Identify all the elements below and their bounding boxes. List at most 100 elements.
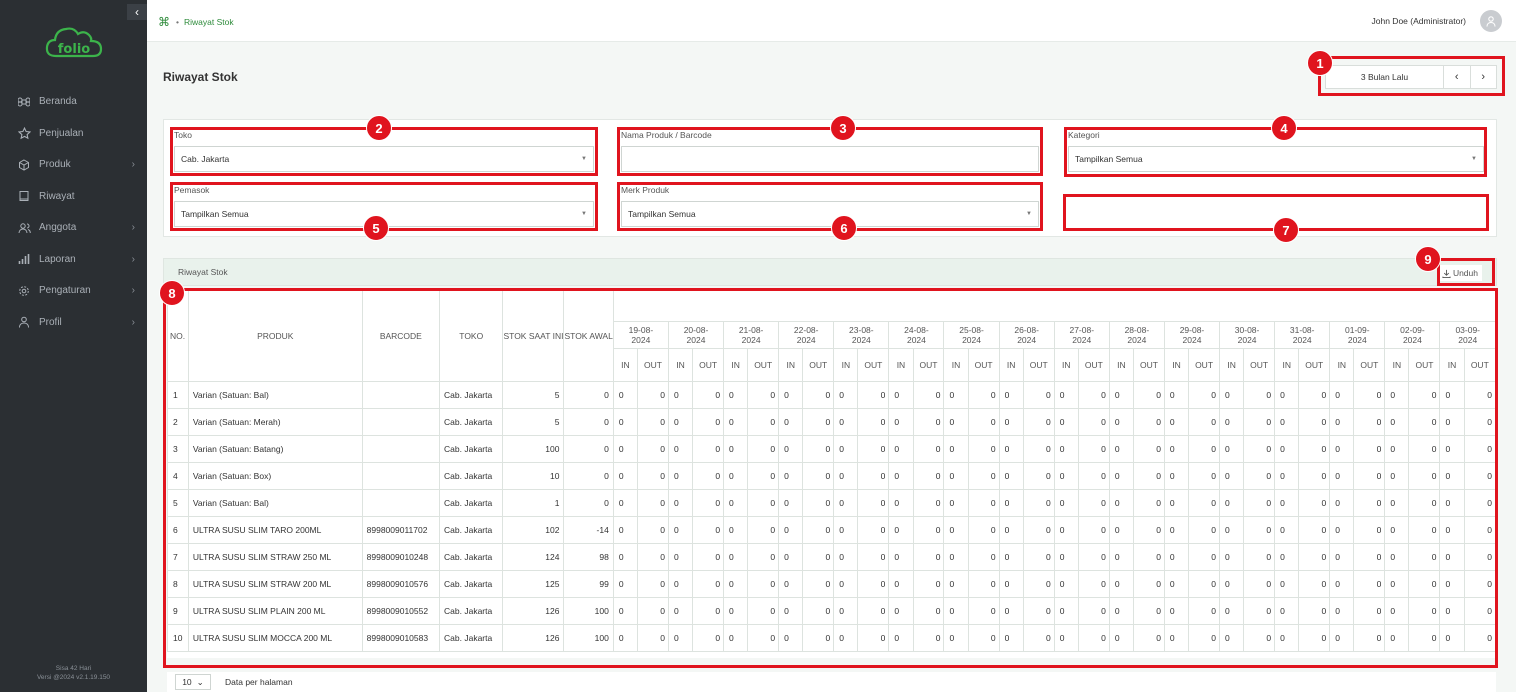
sidebar-item-laporan[interactable]: Laporan › bbox=[0, 244, 147, 276]
cell-in: 0 bbox=[723, 435, 749, 463]
period-dropdown[interactable]: 3 Bulan Lalu bbox=[1326, 66, 1444, 88]
column-header-date: 03-09-2024 bbox=[1439, 321, 1496, 349]
cell-out: 0 bbox=[1188, 435, 1221, 463]
sidebar-item-penjualan[interactable]: Penjualan bbox=[0, 118, 147, 150]
sidebar-item-beranda[interactable]: Beranda bbox=[0, 86, 147, 118]
cell-out: 0 bbox=[1463, 516, 1496, 544]
stock-history-table-wrap[interactable]: NO. PRODUK BARCODE TOKO STOK SAAT INI STOK AW… bbox=[167, 290, 1496, 658]
cell-produk: Varian (Satuan: Merah) bbox=[187, 408, 363, 436]
cell-in: 0 bbox=[723, 597, 749, 625]
cell-in: 0 bbox=[1219, 624, 1245, 652]
cell-out: 0 bbox=[1243, 489, 1276, 517]
table-row[interactable]: 1 Varian (Satuan: Bal) Cab. Jakarta 5 0 0 0 0 0 0… bbox=[167, 381, 1496, 409]
cell-no: 10 bbox=[167, 624, 189, 652]
cell-in: 0 bbox=[888, 408, 914, 436]
cell-in: 0 bbox=[833, 516, 859, 544]
cell-out: 0 bbox=[857, 489, 890, 517]
cell-stok-awal: -14 bbox=[563, 516, 614, 544]
cell-out: 0 bbox=[857, 543, 890, 571]
cell-in: 0 bbox=[1439, 381, 1465, 409]
column-header-date: 21-08-2024 bbox=[723, 321, 780, 349]
cell-out: 0 bbox=[1188, 597, 1221, 625]
cell-in: 0 bbox=[1274, 489, 1300, 517]
cell-in: 0 bbox=[1163, 435, 1190, 463]
cell-out: 0 bbox=[802, 462, 835, 490]
cell-out: 0 bbox=[967, 624, 1000, 652]
cell-out: 0 bbox=[1188, 570, 1221, 598]
cell-out: 0 bbox=[636, 408, 669, 436]
column-header-in: IN bbox=[888, 348, 914, 382]
cell-in: 0 bbox=[1384, 489, 1410, 517]
cell-in: 0 bbox=[998, 408, 1024, 436]
table-row[interactable]: 6 ULTRA SUSU SLIM TARO 200ML 8998009011702… bbox=[167, 516, 1496, 544]
column-header-in: IN bbox=[998, 348, 1024, 382]
toko-select[interactable]: Cab. Jakarta ▼ bbox=[174, 146, 594, 172]
cell-stok-awal: 0 bbox=[563, 408, 614, 436]
cell-stok-saat-ini: 5 bbox=[502, 381, 565, 409]
kategori-select[interactable]: Tampilkan Semua ▼ bbox=[1068, 146, 1484, 172]
cell-in: 0 bbox=[1219, 543, 1245, 571]
table-row[interactable]: 3 Varian (Satuan: Batang) Cab. Jakarta 100 0… bbox=[167, 435, 1496, 463]
table-row[interactable]: 5 Varian (Satuan: Bal) Cab. Jakarta 1 0 0 0 0 0 0… bbox=[167, 489, 1496, 517]
table-row[interactable]: 7 ULTRA SUSU SLIM STRAW 250 ML 89980090102… bbox=[167, 543, 1496, 571]
sidebar-item-profil[interactable]: Profil › bbox=[0, 307, 147, 339]
cell-out: 0 bbox=[747, 435, 780, 463]
cell-produk: ULTRA SUSU SLIM STRAW 200 ML bbox=[187, 570, 363, 598]
user-icon bbox=[1486, 16, 1496, 27]
annotation-badge-3: 3 bbox=[830, 115, 856, 141]
table-row[interactable]: 4 Varian (Satuan: Box) Cab. Jakarta 10 0 0 0 0 0… bbox=[167, 462, 1496, 490]
cell-out: 0 bbox=[967, 408, 1000, 436]
cell-out: 0 bbox=[1243, 381, 1276, 409]
column-header-out: OUT bbox=[1132, 348, 1165, 382]
cell-stok-saat-ini: 10 bbox=[502, 462, 565, 490]
breadcrumb-current[interactable]: Riwayat Stok bbox=[184, 17, 234, 27]
cell-in: 0 bbox=[1329, 381, 1355, 409]
cell-in: 0 bbox=[1108, 489, 1134, 517]
sidebar-item-produk[interactable]: Produk › bbox=[0, 149, 147, 181]
book-icon bbox=[17, 189, 31, 203]
cell-in: 0 bbox=[723, 516, 749, 544]
column-header-date: 26-08-2024 bbox=[998, 321, 1055, 349]
download-icon bbox=[1442, 269, 1451, 278]
cell-in: 0 bbox=[1384, 543, 1410, 571]
kategori-label: Kategori bbox=[1068, 130, 1100, 140]
sidebar-item-riwayat[interactable]: Riwayat bbox=[0, 181, 147, 213]
cell-out: 0 bbox=[1463, 408, 1496, 436]
table-row[interactable]: 8 ULTRA SUSU SLIM STRAW 200 ML 89980090105… bbox=[167, 570, 1496, 598]
sidebar-item-pengaturan[interactable]: Pengaturan › bbox=[0, 275, 147, 307]
merk-select[interactable]: Tampilkan Semua ▼ bbox=[621, 201, 1039, 227]
cell-out: 0 bbox=[1408, 462, 1441, 490]
pemasok-value: Tampilkan Semua bbox=[181, 209, 249, 219]
cell-in: 0 bbox=[1274, 624, 1300, 652]
avatar[interactable] bbox=[1480, 10, 1502, 32]
cell-out: 0 bbox=[1132, 516, 1165, 544]
cell-out: 0 bbox=[747, 381, 780, 409]
page-size-select[interactable]: 10 ⌄ bbox=[175, 674, 211, 690]
user-name[interactable]: John Doe (Administrator) bbox=[1372, 16, 1466, 26]
column-header-in: IN bbox=[612, 348, 638, 382]
period-prev-button[interactable]: ‹ bbox=[1444, 66, 1471, 88]
table-row[interactable]: 9 ULTRA SUSU SLIM PLAIN 200 ML 89980090105… bbox=[167, 597, 1496, 625]
cell-in: 0 bbox=[943, 516, 969, 544]
cell-in: 0 bbox=[1108, 408, 1134, 436]
period-next-button[interactable]: › bbox=[1471, 66, 1497, 88]
column-header-date: 20-08-2024 bbox=[667, 321, 725, 349]
cell-out: 0 bbox=[692, 435, 725, 463]
table-row[interactable]: 2 Varian (Satuan: Merah) Cab. Jakarta 5 0 0 0 0… bbox=[167, 408, 1496, 436]
page-size-value: 10 bbox=[182, 677, 192, 687]
cell-in: 0 bbox=[943, 543, 969, 571]
nama-produk-input[interactable] bbox=[621, 146, 1039, 172]
cell-out: 0 bbox=[636, 570, 669, 598]
cell-in: 0 bbox=[612, 435, 638, 463]
download-button[interactable]: Unduh bbox=[1437, 265, 1482, 281]
sidebar-collapse-button[interactable]: ‹ bbox=[127, 4, 147, 20]
cell-in: 0 bbox=[888, 381, 914, 409]
cell-in: 0 bbox=[833, 462, 859, 490]
table-row[interactable]: 10 ULTRA SUSU SLIM MOCCA 200 ML 8998009010… bbox=[167, 624, 1496, 652]
cell-in: 0 bbox=[778, 408, 804, 436]
cell-in: 0 bbox=[888, 462, 914, 490]
sidebar-item-anggota[interactable]: Anggota › bbox=[0, 212, 147, 244]
cell-in: 0 bbox=[1439, 408, 1465, 436]
chevron-down-icon: ⌄ bbox=[196, 676, 204, 687]
cell-in: 0 bbox=[723, 408, 749, 436]
